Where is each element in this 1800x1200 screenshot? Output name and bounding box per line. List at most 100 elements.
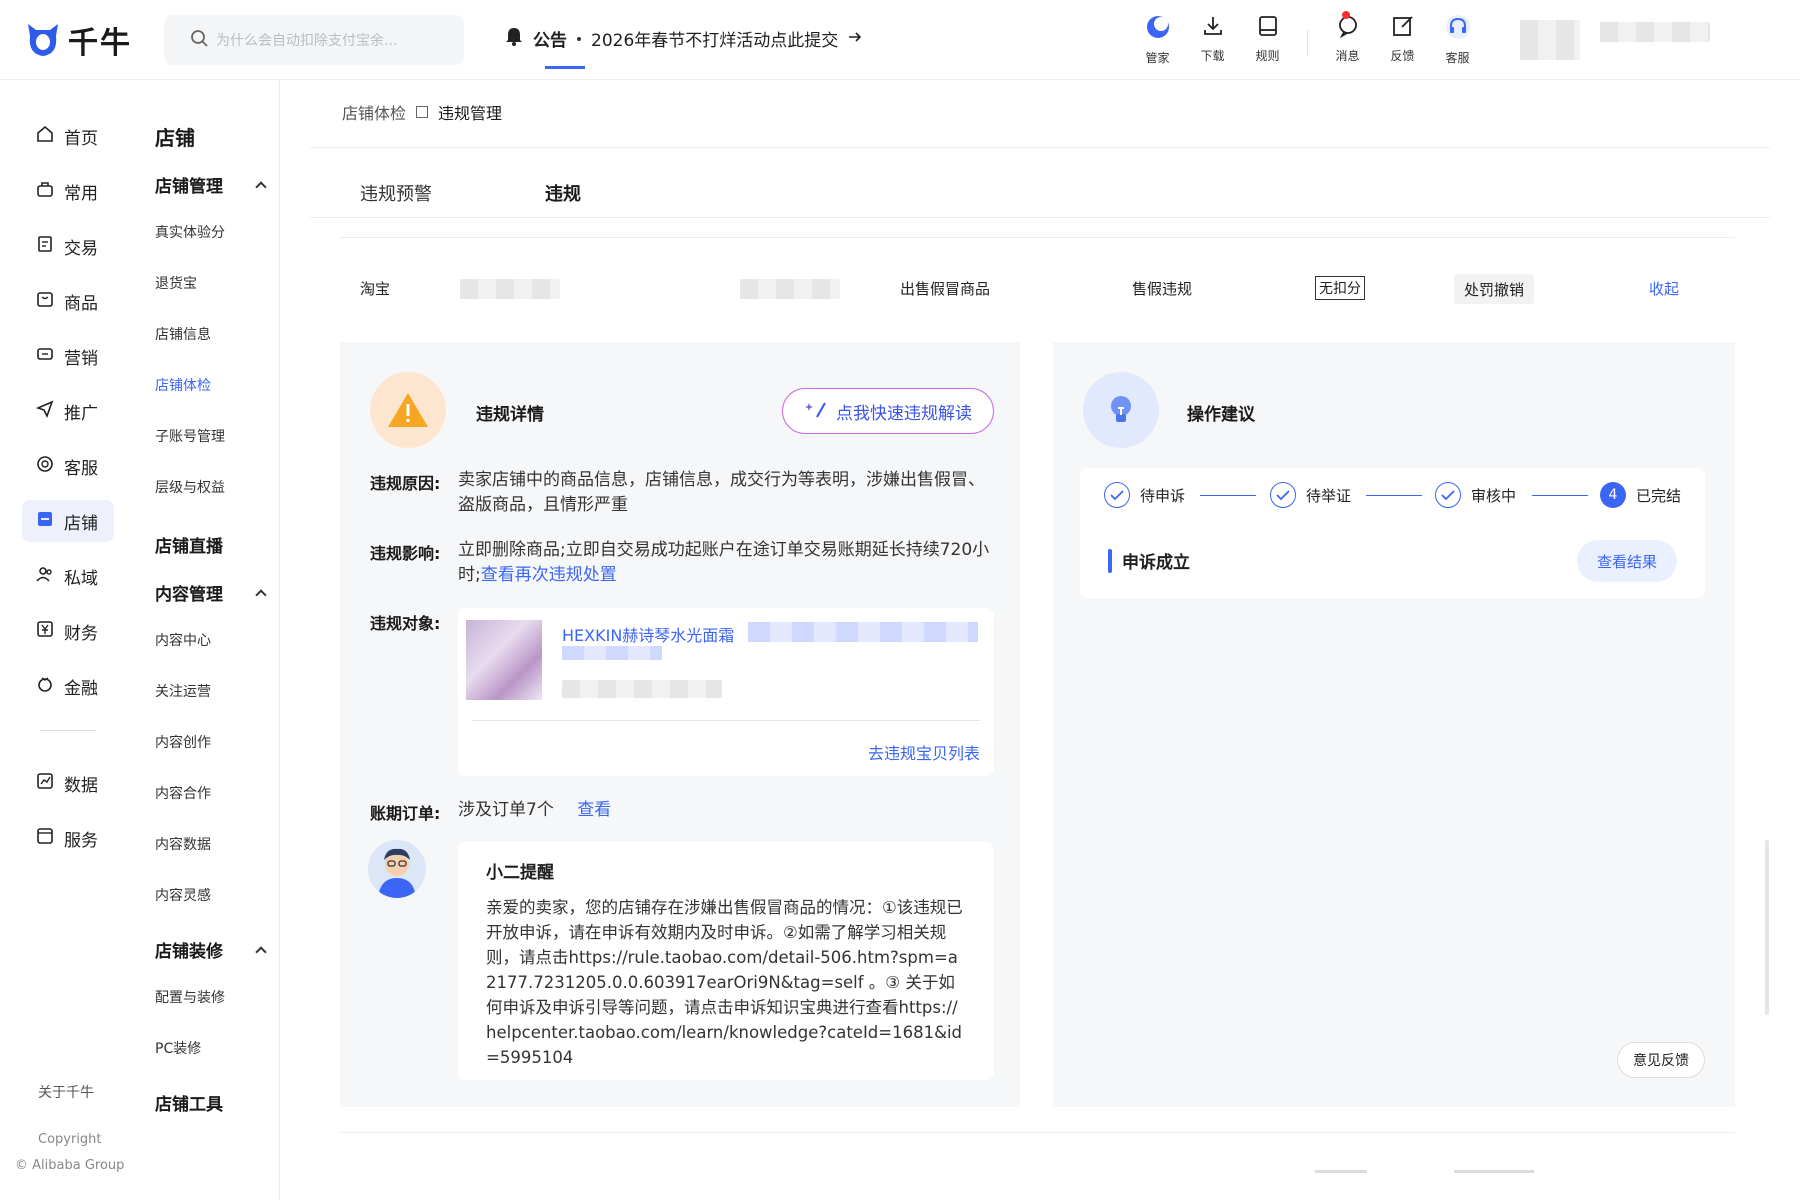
menu-item-active[interactable]: 店铺体检: [155, 375, 211, 395]
menu-item[interactable]: 关注运营: [155, 681, 211, 701]
group-content[interactable]: 内容管理: [155, 580, 267, 605]
breadcrumb-separator-icon: [416, 106, 429, 118]
menu-item[interactable]: 退货宝: [155, 273, 197, 293]
violation-items-link[interactable]: 去违规宝贝列表: [868, 740, 980, 764]
nav-item-shop[interactable]: 店铺: [22, 500, 114, 542]
ai-interpret-button[interactable]: 点我快速违规解读: [782, 388, 994, 434]
nav-item-service[interactable]: 客服: [22, 445, 114, 487]
tool-message[interactable]: 消息: [1320, 11, 1375, 66]
collapse-link[interactable]: 收起: [1649, 278, 1679, 299]
top-bar: 千牛 为什么会自动扣除支付宝余... 公告 2026年春节不打烊活动点此提交 管…: [0, 0, 1800, 80]
card-divider: [472, 720, 980, 721]
tool-label: 下载: [1200, 49, 1225, 63]
tab-violation[interactable]: 违规: [545, 180, 581, 206]
scrollbar[interactable]: [1765, 840, 1769, 1015]
menu-item[interactable]: 子账号管理: [155, 426, 225, 446]
breadcrumb-current: 违规管理: [438, 104, 503, 123]
row-divider: [340, 237, 1735, 238]
home-icon: [36, 125, 54, 148]
product-name-link[interactable]: HEXKIN赫诗琴水光面霜: [562, 622, 734, 646]
advice-panel: [1053, 342, 1735, 1107]
nav-item-private[interactable]: 私域: [22, 555, 114, 597]
headset-icon: [1445, 14, 1471, 43]
menu-item[interactable]: 真实体验分: [155, 222, 225, 242]
secondary-nav: 店铺 店铺管理 真实体验分 退货宝 店铺信息 店铺体检 子账号管理 层级与权益 …: [130, 80, 280, 1200]
group-tools[interactable]: 店铺工具: [155, 1090, 265, 1115]
menu-item[interactable]: 内容中心: [155, 630, 211, 650]
nav-item-finance[interactable]: 财务: [22, 610, 114, 652]
tool-butler[interactable]: 管家: [1130, 14, 1185, 66]
search-placeholder: 为什么会自动扣除支付宝余...: [216, 33, 398, 49]
menu-item[interactable]: PC装修: [155, 1038, 201, 1058]
product-thumbnail[interactable]: [466, 620, 542, 700]
nav-label: 常用: [64, 183, 98, 204]
menu-item[interactable]: 店铺信息: [155, 324, 211, 344]
orders-view-link[interactable]: 查看: [577, 800, 611, 820]
nav-label: 客服: [64, 458, 98, 479]
toolbar: 管家 下载 规则 消息 反馈 客服: [1130, 11, 1485, 66]
group-title: 店铺工具: [155, 1095, 223, 1115]
nav-item-trade[interactable]: 交易: [22, 225, 114, 267]
nav-label: 数据: [64, 775, 98, 796]
nav-item-data[interactable]: 数据: [22, 762, 114, 804]
goods-icon: [36, 290, 54, 313]
nav-label: 金融: [64, 678, 98, 699]
impact-label: 违规影响:: [370, 544, 441, 563]
menu-item[interactable]: 内容灵感: [155, 885, 211, 905]
menu-item[interactable]: 内容创作: [155, 732, 211, 752]
check-icon: [1435, 482, 1461, 508]
redacted-title-line2: [562, 646, 662, 660]
nav-label: 店铺: [64, 513, 98, 534]
nav-item-services[interactable]: 服务: [22, 817, 114, 859]
group-live[interactable]: 店铺直播: [155, 532, 265, 557]
redacted-id: [460, 279, 560, 299]
check-icon: [1104, 482, 1130, 508]
group-decoration[interactable]: 店铺装修: [155, 937, 267, 962]
nav-item-goods[interactable]: 商品: [22, 280, 114, 322]
points-tag: 无扣分: [1315, 276, 1365, 300]
step-4: 4 已完结: [1600, 482, 1681, 508]
breadcrumb-parent[interactable]: 店铺体检: [342, 100, 406, 124]
search-box[interactable]: 为什么会自动扣除支付宝余...: [164, 15, 464, 65]
step-label: 已完结: [1636, 486, 1682, 505]
secondary-nav-title: 店铺: [155, 126, 195, 150]
orders-label: 账期订单:: [370, 804, 441, 823]
tool-feedback[interactable]: 反馈: [1375, 14, 1430, 66]
search-icon: [190, 29, 208, 51]
logo[interactable]: 千牛: [24, 18, 132, 62]
sparkle-icon: [804, 399, 828, 424]
nav-label: 营销: [64, 348, 98, 369]
nav-item-promotion[interactable]: 推广: [22, 390, 114, 432]
tool-service[interactable]: 客服: [1430, 14, 1485, 66]
nav-item-marketing[interactable]: 营销: [22, 335, 114, 377]
reason-label: 违规原因:: [370, 474, 441, 493]
group-shop-manage[interactable]: 店铺管理: [155, 172, 267, 197]
menu-item[interactable]: 配置与装修: [155, 987, 225, 1007]
ai-button-label: 点我快速违规解读: [836, 403, 972, 424]
view-result-button[interactable]: 查看结果: [1577, 540, 1677, 582]
violation-platform: 淘宝: [360, 280, 391, 298]
tool-download[interactable]: 下载: [1185, 14, 1240, 66]
tool-rules[interactable]: 规则: [1240, 14, 1295, 66]
unread-dot: [1342, 11, 1350, 19]
announcement-label: 公告: [533, 31, 567, 51]
nav-item-fintech[interactable]: 金融: [22, 665, 114, 707]
nav-item-home[interactable]: 首页: [22, 115, 114, 157]
about-link[interactable]: 关于千牛: [38, 1082, 94, 1102]
impact-link[interactable]: 查看再次违规处置: [481, 565, 617, 585]
user-profile[interactable]: [1520, 20, 1720, 60]
object-label: 违规对象:: [370, 614, 441, 633]
send-icon: [35, 400, 54, 423]
feedback-button[interactable]: 意见反馈: [1617, 1042, 1705, 1078]
avatar: [1520, 20, 1580, 60]
announcement[interactable]: 公告 2026年春节不打烊活动点此提交: [505, 26, 862, 51]
nav-item-common[interactable]: 常用: [22, 170, 114, 212]
chevron-up-icon: [255, 180, 267, 193]
users-icon: [36, 565, 54, 588]
menu-item[interactable]: 层级与权益: [155, 477, 225, 497]
qianniu-logo-icon: [24, 20, 62, 60]
menu-item[interactable]: 内容合作: [155, 783, 211, 803]
tab-warning[interactable]: 违规预警: [360, 180, 432, 206]
menu-item[interactable]: 内容数据: [155, 834, 211, 854]
appeal-status: 申诉成立: [1108, 548, 1190, 573]
